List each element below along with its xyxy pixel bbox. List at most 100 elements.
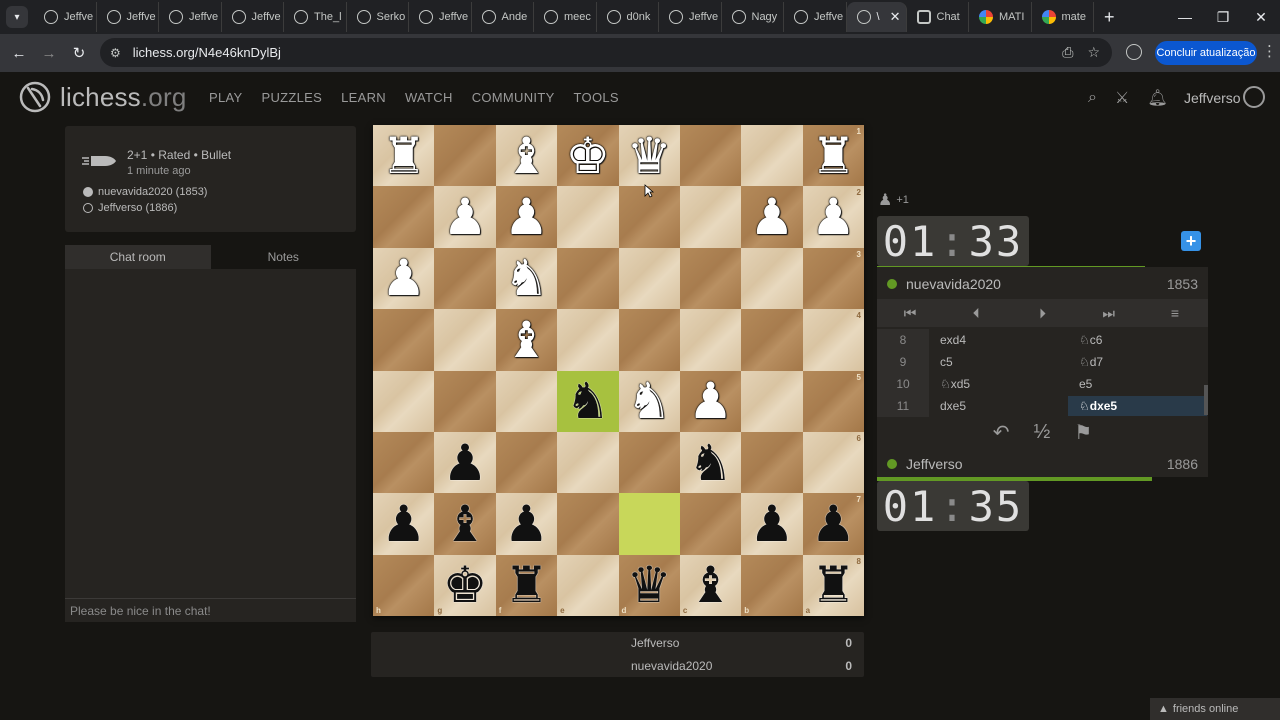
black-rook-icon[interactable]: ♜ bbox=[504, 560, 549, 610]
square-a2[interactable]: ♟ 2 bbox=[802, 186, 864, 248]
square-e1[interactable]: ♚ bbox=[557, 125, 619, 187]
user-avatar-icon[interactable] bbox=[1243, 86, 1265, 108]
square-e7[interactable] bbox=[557, 493, 619, 555]
square-e5[interactable]: ♞ bbox=[557, 370, 619, 432]
white-pawn-icon[interactable]: ♟ bbox=[688, 376, 733, 426]
address-bar[interactable]: ⚙ lichess.org/N4e46knDylBj ⎙ ☆ bbox=[100, 38, 1112, 67]
square-a6[interactable]: 6 bbox=[802, 431, 864, 494]
black-move[interactable]: ♘c6 bbox=[1068, 333, 1207, 347]
square-f6[interactable] bbox=[495, 431, 558, 494]
move-list-scrollbar[interactable] bbox=[1204, 385, 1208, 415]
white-move[interactable]: dxe5 bbox=[929, 399, 1068, 413]
square-h7[interactable]: ♟ bbox=[373, 493, 435, 555]
square-g3[interactable] bbox=[434, 247, 496, 310]
white-queen-icon[interactable]: ♛ bbox=[627, 131, 672, 181]
tab-notes[interactable]: Notes bbox=[210, 245, 356, 269]
browser-tab[interactable]: Jeffve bbox=[97, 2, 159, 32]
black-knight-icon[interactable]: ♞ bbox=[688, 438, 733, 488]
minimize-icon[interactable]: — bbox=[1166, 0, 1204, 34]
black-move[interactable]: ♘dxe5 bbox=[1068, 396, 1207, 416]
white-rook-icon[interactable]: ♜ bbox=[381, 131, 426, 181]
square-f7[interactable]: ♟ bbox=[495, 493, 558, 555]
square-g4[interactable] bbox=[434, 309, 496, 371]
square-b5[interactable] bbox=[741, 370, 803, 432]
browser-tab[interactable]: Nagy bbox=[722, 2, 784, 32]
black-pawn-icon[interactable]: ♟ bbox=[811, 499, 856, 549]
square-e2[interactable] bbox=[557, 186, 619, 248]
square-b6[interactable] bbox=[741, 431, 803, 494]
white-pawn-icon[interactable]: ♟ bbox=[504, 192, 549, 242]
black-queen-icon[interactable]: ♛ bbox=[627, 560, 672, 610]
square-h3[interactable]: ♟ bbox=[373, 247, 435, 310]
square-e3[interactable] bbox=[557, 247, 619, 310]
browser-tab[interactable]: mate bbox=[1032, 2, 1094, 32]
resign-flag-icon[interactable]: ⚑ bbox=[1074, 420, 1092, 445]
square-d5[interactable]: ♞ bbox=[618, 370, 680, 432]
square-c8[interactable]: ♝ c bbox=[679, 554, 742, 616]
square-f5[interactable] bbox=[495, 370, 558, 432]
prev-move-icon[interactable]: ⏴ bbox=[943, 299, 1009, 327]
friends-online-button[interactable]: ▲ friends online bbox=[1150, 698, 1280, 720]
user-menu-name[interactable]: Jeffverso bbox=[1184, 90, 1241, 106]
opponent-name[interactable]: nuevavida2020 bbox=[906, 276, 1001, 292]
square-e8[interactable]: e bbox=[557, 554, 619, 616]
offer-draw-icon[interactable]: ½ bbox=[1034, 421, 1051, 444]
white-move[interactable]: exd4 bbox=[929, 333, 1068, 347]
white-bishop-icon[interactable]: ♝ bbox=[504, 315, 549, 365]
black-pawn-icon[interactable]: ♟ bbox=[443, 438, 488, 488]
add-time-button[interactable]: + bbox=[1181, 231, 1201, 251]
first-move-icon[interactable]: ⏮ bbox=[877, 299, 943, 327]
black-player[interactable]: Jeffverso (1886) bbox=[83, 202, 177, 214]
menu-icon[interactable]: ≡ bbox=[1142, 299, 1208, 327]
square-g1[interactable] bbox=[434, 125, 496, 187]
browser-tab[interactable]: Jeffve bbox=[409, 2, 472, 32]
square-a7[interactable]: ♟ 7 bbox=[802, 493, 864, 555]
square-c4[interactable] bbox=[679, 309, 742, 371]
square-h4[interactable] bbox=[373, 309, 435, 371]
square-c6[interactable]: ♞ bbox=[679, 431, 742, 494]
chat-input[interactable]: Please be nice in the chat! bbox=[65, 598, 356, 622]
browser-tab[interactable]: Jeffve bbox=[34, 2, 97, 32]
square-h2[interactable] bbox=[373, 186, 435, 248]
square-f3[interactable]: ♞ bbox=[495, 247, 558, 310]
square-f4[interactable]: ♝ bbox=[495, 309, 558, 371]
square-g2[interactable]: ♟ bbox=[434, 186, 496, 248]
square-c2[interactable] bbox=[679, 186, 742, 248]
chess-board[interactable]: ♜ ♝ ♚ ♛ ♜ 1 ♟ ♟ ♟ ♟ 2 ♟ ♞ 3 ♝ 4 ♞ ♞ ♟ 5 ♟ ♞ 6 ♟ ♝ ♟ ♟ ♟ 7 h ♚ g ♜ f e ♛ d ♝ c b… bbox=[373, 125, 864, 616]
square-e6[interactable] bbox=[557, 431, 619, 494]
browser-tab[interactable]: meec bbox=[534, 2, 597, 32]
last-move-icon[interactable]: ⏭ bbox=[1076, 299, 1142, 327]
square-d6[interactable] bbox=[618, 431, 680, 494]
square-b4[interactable] bbox=[741, 309, 803, 371]
square-g6[interactable]: ♟ bbox=[434, 431, 496, 494]
nav-learn[interactable]: LEARN bbox=[341, 90, 386, 105]
square-g5[interactable] bbox=[434, 370, 496, 432]
browser-tab[interactable]: Jeffve bbox=[784, 2, 847, 32]
swords-icon[interactable]: ⚔ bbox=[1115, 88, 1129, 108]
square-a1[interactable]: ♜ 1 bbox=[802, 125, 864, 187]
nav-puzzles[interactable]: PUZZLES bbox=[261, 90, 322, 105]
white-pawn-icon[interactable]: ♟ bbox=[750, 192, 795, 242]
browser-tab[interactable]: d0nk bbox=[597, 2, 659, 32]
black-bishop-icon[interactable]: ♝ bbox=[443, 499, 488, 549]
takeback-icon[interactable]: ↶ bbox=[993, 420, 1010, 445]
white-king-icon[interactable]: ♚ bbox=[565, 131, 610, 181]
browser-tab[interactable]: Ande bbox=[472, 2, 534, 32]
square-c5[interactable]: ♟ bbox=[679, 370, 742, 432]
square-d4[interactable] bbox=[618, 309, 680, 371]
square-a8[interactable]: ♜ 8 a bbox=[802, 554, 864, 616]
score-player-name[interactable]: nuevavida2020 bbox=[631, 659, 712, 673]
square-e4[interactable] bbox=[557, 309, 619, 371]
black-pawn-icon[interactable]: ♟ bbox=[750, 499, 795, 549]
tab-search-button[interactable]: ▾ bbox=[6, 6, 28, 28]
white-player[interactable]: nuevavida2020 (1853) bbox=[83, 186, 207, 198]
white-pawn-icon[interactable]: ♟ bbox=[381, 253, 426, 303]
square-b1[interactable] bbox=[741, 125, 803, 187]
browser-tab[interactable]: Jeffve bbox=[159, 2, 222, 32]
square-c7[interactable] bbox=[679, 493, 742, 555]
browser-tab[interactable]: The_l bbox=[284, 2, 347, 32]
square-h1[interactable]: ♜ bbox=[373, 125, 435, 187]
square-g7[interactable]: ♝ bbox=[434, 493, 496, 555]
white-move[interactable]: ♘xd5 bbox=[929, 377, 1068, 391]
nav-play[interactable]: PLAY bbox=[209, 90, 242, 105]
